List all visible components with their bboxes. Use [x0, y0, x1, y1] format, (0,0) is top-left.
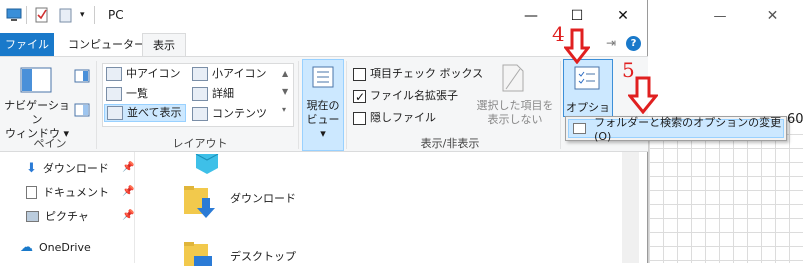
- ribbon-separator: [298, 61, 299, 149]
- background-close-icon: ✕: [766, 8, 779, 24]
- content-icon: [192, 107, 208, 121]
- ribbon-separator: [96, 61, 97, 149]
- background-minimize-icon: —: [713, 8, 727, 24]
- window-title: PC: [108, 8, 124, 22]
- folder-label-desktop[interactable]: デスクトップ: [230, 248, 296, 264]
- pin-icon[interactable]: 📌: [122, 186, 134, 197]
- item-checkbox-toggle[interactable]: 項目チェック ボックス: [353, 65, 483, 83]
- step-4-arrow-icon: [562, 28, 592, 67]
- downloads-folder-icon[interactable]: [184, 184, 215, 218]
- gallery-scroll[interactable]: ▲ ▼ ▾: [282, 65, 288, 119]
- file-view: ダウンロード デスクトップ: [152, 152, 622, 266]
- layout-details[interactable]: 詳細: [192, 85, 234, 103]
- tab-computer[interactable]: コンピューター: [58, 33, 155, 56]
- pin-ribbon-icon[interactable]: ⇥: [606, 36, 616, 50]
- title-divider: [94, 6, 95, 24]
- ribbon-separator: [560, 61, 561, 149]
- current-view-label: 現在の ビュー ▾: [306, 99, 340, 140]
- nav-item-documents[interactable]: ドキュメント: [26, 184, 109, 200]
- file-extension-toggle[interactable]: ファイル名拡張子: [353, 87, 458, 106]
- hide-selected-icon: [500, 63, 526, 93]
- new-folder-icon[interactable]: [58, 7, 74, 23]
- options-icon: [573, 65, 601, 91]
- folder-options-icon: [573, 123, 587, 134]
- tiles-icon: [107, 106, 123, 120]
- item-checkbox[interactable]: [353, 67, 366, 81]
- qat-divider: [26, 6, 27, 24]
- ribbon-separator: [346, 61, 347, 149]
- options-dropdown-menu: フォルダーと検索のオプションの変更(O): [565, 116, 787, 143]
- nav-item-downloads[interactable]: ⬇ ダウンロード: [26, 160, 109, 176]
- layout-content[interactable]: コンテンツ: [192, 105, 267, 123]
- details-icon: [192, 87, 208, 101]
- preview-pane-icon[interactable]: [74, 69, 90, 83]
- download-icon: ⬇: [26, 160, 37, 176]
- layout-medium-icons[interactable]: 中アイコン: [106, 65, 180, 83]
- properties-icon[interactable]: [34, 7, 50, 23]
- help-icon[interactable]: ?: [626, 36, 641, 51]
- hide-selected-label[interactable]: 選択した項目を 表示しない: [470, 99, 560, 127]
- ribbon-panel: ナビゲーション ウィンドウ ▾ ペイン 中アイコン 小アイコン 一覧 詳細 並べ…: [0, 56, 648, 152]
- small-icons-icon: [192, 67, 208, 81]
- layout-small-icons[interactable]: 小アイコン: [192, 65, 266, 83]
- vertical-scrollbar[interactable]: [622, 152, 639, 263]
- pane-divider: [134, 152, 135, 263]
- pin-icon[interactable]: 📌: [122, 162, 134, 173]
- documents-icon: [26, 185, 37, 199]
- navigation-pane-icon[interactable]: [20, 67, 54, 95]
- hidden-files-checkbox[interactable]: [353, 111, 366, 125]
- layout-list[interactable]: 一覧: [106, 85, 148, 103]
- layout-tiles[interactable]: 並べて表示: [104, 104, 186, 122]
- explorer-window: ▾ PC — ☐ ✕ ファイル コンピューター 表示 ⇥ ? ナビゲーション ウ…: [0, 0, 648, 266]
- step-4-label: 4: [552, 22, 565, 46]
- desktop-folder-icon[interactable]: [184, 240, 214, 266]
- ribbon-tabs: ファイル コンピューター 表示 ⇥ ?: [0, 33, 648, 56]
- onedrive-icon: ☁: [20, 240, 33, 255]
- current-view-icon: [311, 65, 335, 89]
- hidden-files-toggle[interactable]: 隠しファイル: [353, 109, 436, 127]
- tab-view[interactable]: 表示: [142, 33, 186, 56]
- medium-icons-icon: [106, 67, 122, 81]
- pane-group-label: ペイン: [33, 137, 67, 150]
- tab-file[interactable]: ファイル: [0, 33, 54, 56]
- showhide-group-label: 表示/非表示: [420, 137, 480, 150]
- pictures-icon: [26, 210, 39, 222]
- minimize-button[interactable]: —: [508, 0, 554, 32]
- pin-icon[interactable]: 📌: [122, 210, 134, 221]
- menu-item-folder-options[interactable]: フォルダーと検索のオプションの変更(O): [568, 116, 784, 143]
- background-text: 60: [787, 112, 803, 127]
- 3d-objects-icon: [192, 153, 222, 174]
- nav-item-onedrive[interactable]: ☁ OneDrive: [20, 240, 91, 255]
- navigation-pane: ⬇ ダウンロード 📌 ドキュメント 📌 ピクチャ 📌 ☁ OneDrive: [0, 152, 152, 263]
- close-button[interactable]: ✕: [600, 0, 646, 32]
- details-pane-icon[interactable]: [74, 103, 90, 117]
- layout-group-label: レイアウト: [172, 137, 228, 150]
- step-5-arrow-icon: [626, 76, 660, 117]
- list-icon: [106, 87, 122, 101]
- nav-item-pictures[interactable]: ピクチャ: [26, 208, 89, 224]
- computer-icon[interactable]: [6, 7, 22, 23]
- file-extension-checkbox[interactable]: [353, 88, 366, 106]
- folder-label-downloads[interactable]: ダウンロード: [230, 190, 296, 206]
